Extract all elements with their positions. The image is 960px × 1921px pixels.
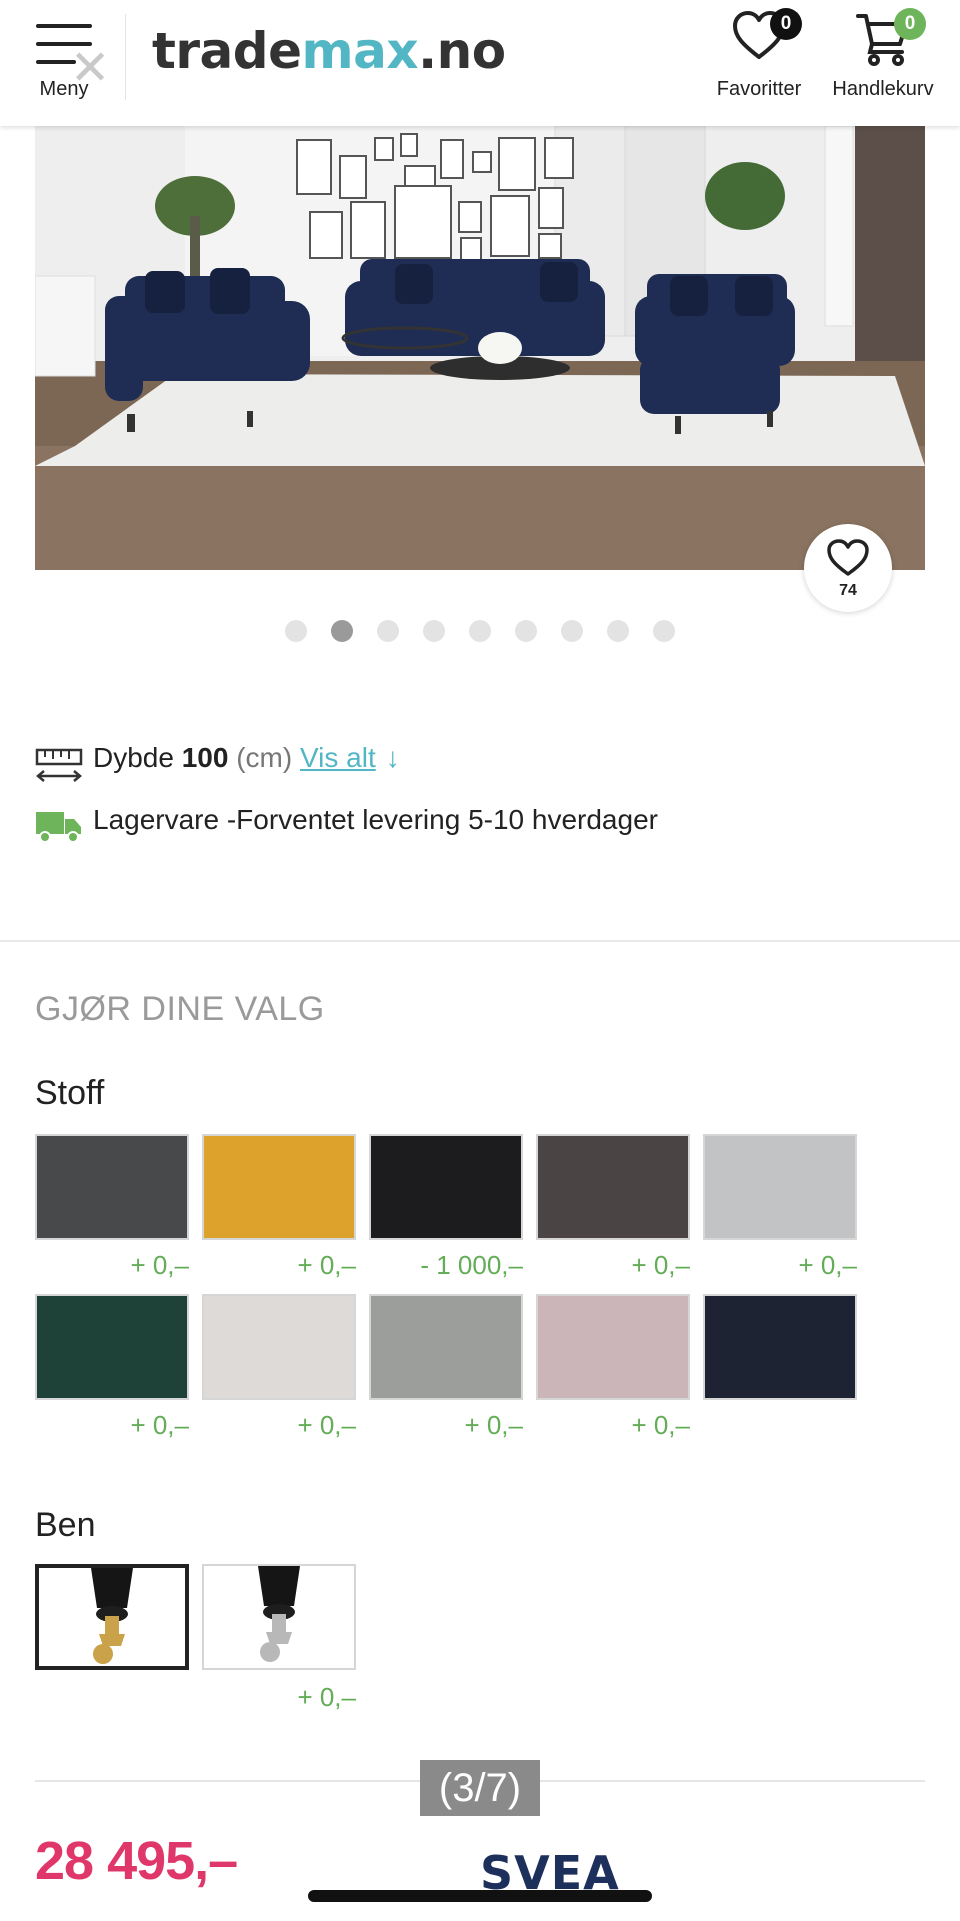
fabric-price-delta: + 0,– <box>631 1410 690 1440</box>
fabric-price-delta: + 0,– <box>798 1250 857 1280</box>
arrow-down-icon[interactable]: ↓ <box>386 742 400 773</box>
header-divider <box>125 14 126 100</box>
fabric-price-delta: + 0,– <box>631 1250 690 1280</box>
depth-label: Dybde <box>93 742 174 773</box>
fabric-swatch[interactable] <box>202 1294 356 1400</box>
favorites-count-badge: 0 <box>770 8 802 40</box>
fabric-swatch[interactable] <box>369 1294 523 1400</box>
fabric-swatch[interactable] <box>35 1134 189 1240</box>
gallery-dot[interactable] <box>377 620 399 642</box>
gallery-dot[interactable] <box>331 620 353 642</box>
page-indicator: (3/7) <box>420 1760 540 1816</box>
fabric-swatch[interactable] <box>35 1294 189 1400</box>
fabric-price-delta: + 0,– <box>297 1410 356 1440</box>
cart-count-badge: 0 <box>894 8 926 40</box>
cart-button[interactable]: 0 Handlekurv <box>828 8 938 108</box>
ruler-icon <box>35 748 83 782</box>
furniture-leg-icon <box>91 1568 133 1664</box>
gallery-dot[interactable] <box>423 620 445 642</box>
menu-icon <box>36 24 92 28</box>
product-price: 28 495,– <box>35 1831 238 1891</box>
favorites-label: Favoritter <box>716 78 802 100</box>
gallery-dot[interactable] <box>285 620 307 642</box>
show-all-link[interactable]: Vis alt <box>300 742 376 773</box>
leg-option[interactable] <box>202 1564 356 1670</box>
fabric-price-delta: + 0,– <box>297 1250 356 1280</box>
favorites-button[interactable]: 0 Favoritter <box>704 8 814 108</box>
gallery-dot[interactable] <box>469 620 491 642</box>
gallery-dot[interactable] <box>607 620 629 642</box>
menu-button[interactable]: ✕ Meny <box>34 18 110 104</box>
fabric-swatch[interactable] <box>703 1134 857 1240</box>
furniture-leg-icon <box>258 1566 300 1662</box>
legs-option-title: Ben <box>35 1506 96 1544</box>
fabric-price-delta: + 0,– <box>464 1410 523 1440</box>
leg-option[interactable] <box>35 1564 189 1670</box>
fabric-swatch[interactable] <box>536 1294 690 1400</box>
fabric-price-delta: - 1 000,– <box>420 1250 523 1280</box>
fabric-option-title: Stoff <box>35 1074 105 1112</box>
fabric-swatch[interactable] <box>369 1134 523 1240</box>
options-section-title: GJØR DINE VALG <box>35 990 325 1028</box>
fabric-swatch[interactable] <box>703 1294 857 1400</box>
site-header: ✕ Meny trademax.no 0 Favoritter 0 Handle… <box>0 0 960 126</box>
like-button[interactable]: 74 <box>804 524 892 612</box>
product-image-gallery[interactable] <box>35 126 925 570</box>
like-count: 74 <box>839 582 857 599</box>
fabric-swatch[interactable] <box>202 1134 356 1240</box>
leg-price-delta: + 0,– <box>297 1682 356 1712</box>
fabric-price-delta: + 0,– <box>130 1250 189 1280</box>
delivery-text: Lagervare -Forventet levering 5-10 hverd… <box>93 804 658 835</box>
fabric-price-delta: + 0,– <box>130 1410 189 1440</box>
heart-icon <box>827 539 869 576</box>
depth-unit: (cm) <box>236 742 293 773</box>
truck-icon <box>36 812 81 843</box>
depth-text: Dybde 100 (cm) Vis alt ↓ <box>93 742 400 774</box>
logo-accent-text: max <box>301 22 419 80</box>
logo-suffix: .no <box>418 22 506 80</box>
gallery-dot[interactable] <box>515 620 537 642</box>
section-divider <box>0 940 960 942</box>
site-logo[interactable]: trademax.no <box>152 22 506 80</box>
home-indicator <box>308 1890 652 1902</box>
fabric-swatch[interactable] <box>536 1134 690 1240</box>
menu-label: Meny <box>39 78 89 100</box>
depth-value: 100 <box>181 742 229 773</box>
product-image <box>35 126 925 570</box>
gallery-dot[interactable] <box>561 620 583 642</box>
gallery-dot[interactable] <box>653 620 675 642</box>
logo-text: trade <box>152 22 302 80</box>
cart-label: Handlekurv <box>832 78 934 100</box>
